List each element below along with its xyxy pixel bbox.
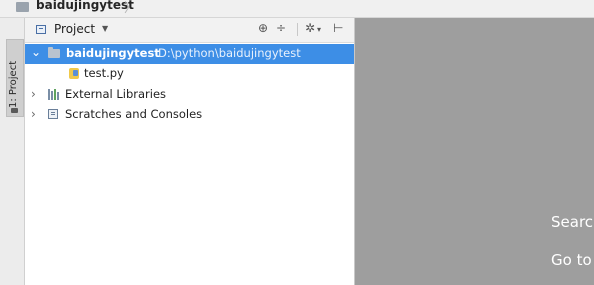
chevron-right-icon[interactable]: › — [31, 107, 36, 121]
tree-item-project-root[interactable]: ⌄ baidujingytest D:\python\baidujingytes… — [25, 44, 354, 64]
collapse-all-icon[interactable]: ÷ — [276, 21, 286, 35]
tool-window-stripe: 1: Project — [0, 18, 25, 285]
project-panel-header: Project ▼ ⊕ ÷ ✲ ▾ ⊢ — [25, 18, 354, 43]
project-tool-window-tab[interactable]: 1: Project — [6, 39, 24, 117]
libraries-icon — [48, 89, 60, 100]
go-to-file-hint: Go to — [551, 251, 592, 269]
hide-panel-icon[interactable]: ⊢ — [333, 21, 343, 35]
project-tab-label: 1: Project — [8, 60, 19, 108]
editor-empty-area: Searc Go to — [355, 18, 594, 285]
tree-item-external-libraries[interactable]: › External Libraries — [25, 85, 354, 105]
project-view-selector[interactable]: Project — [54, 22, 95, 36]
locate-file-icon[interactable]: ⊕ — [258, 21, 268, 35]
scratches-icon — [48, 109, 58, 119]
project-root-name: baidujingytest — [66, 46, 160, 60]
project-view-icon — [36, 25, 46, 34]
gear-dropdown-icon[interactable]: ▾ — [317, 25, 321, 34]
chevron-down-icon[interactable]: ▼ — [102, 24, 108, 33]
scratches-label: Scratches and Consoles — [65, 107, 203, 121]
external-libraries-label: External Libraries — [65, 87, 167, 101]
chevron-down-icon[interactable]: ⌄ — [31, 45, 41, 59]
folder-icon — [48, 47, 60, 58]
folder-icon — [16, 2, 29, 12]
breadcrumb-project[interactable]: baidujingytest — [36, 0, 134, 12]
python-file-icon — [69, 68, 79, 79]
project-panel: Project ▼ ⊕ ÷ ✲ ▾ ⊢ ⌄ baidujingytest D:\… — [25, 18, 355, 285]
project-tab-icon — [11, 108, 18, 113]
chevron-right-icon[interactable]: › — [31, 87, 36, 101]
gear-icon[interactable]: ✲ — [305, 21, 315, 35]
header-divider — [297, 23, 298, 36]
project-root-path: D:\python\baidujingytest — [158, 46, 301, 60]
navigation-bar: baidujingytest 〉 — [0, 0, 594, 18]
tree-item-scratches[interactable]: › Scratches and Consoles — [25, 105, 354, 125]
tree-item-test-py[interactable]: test.py — [25, 64, 354, 84]
file-name: test.py — [84, 66, 124, 80]
search-everywhere-hint: Searc — [551, 213, 594, 231]
breadcrumb-separator: 〉 — [124, 1, 138, 16]
